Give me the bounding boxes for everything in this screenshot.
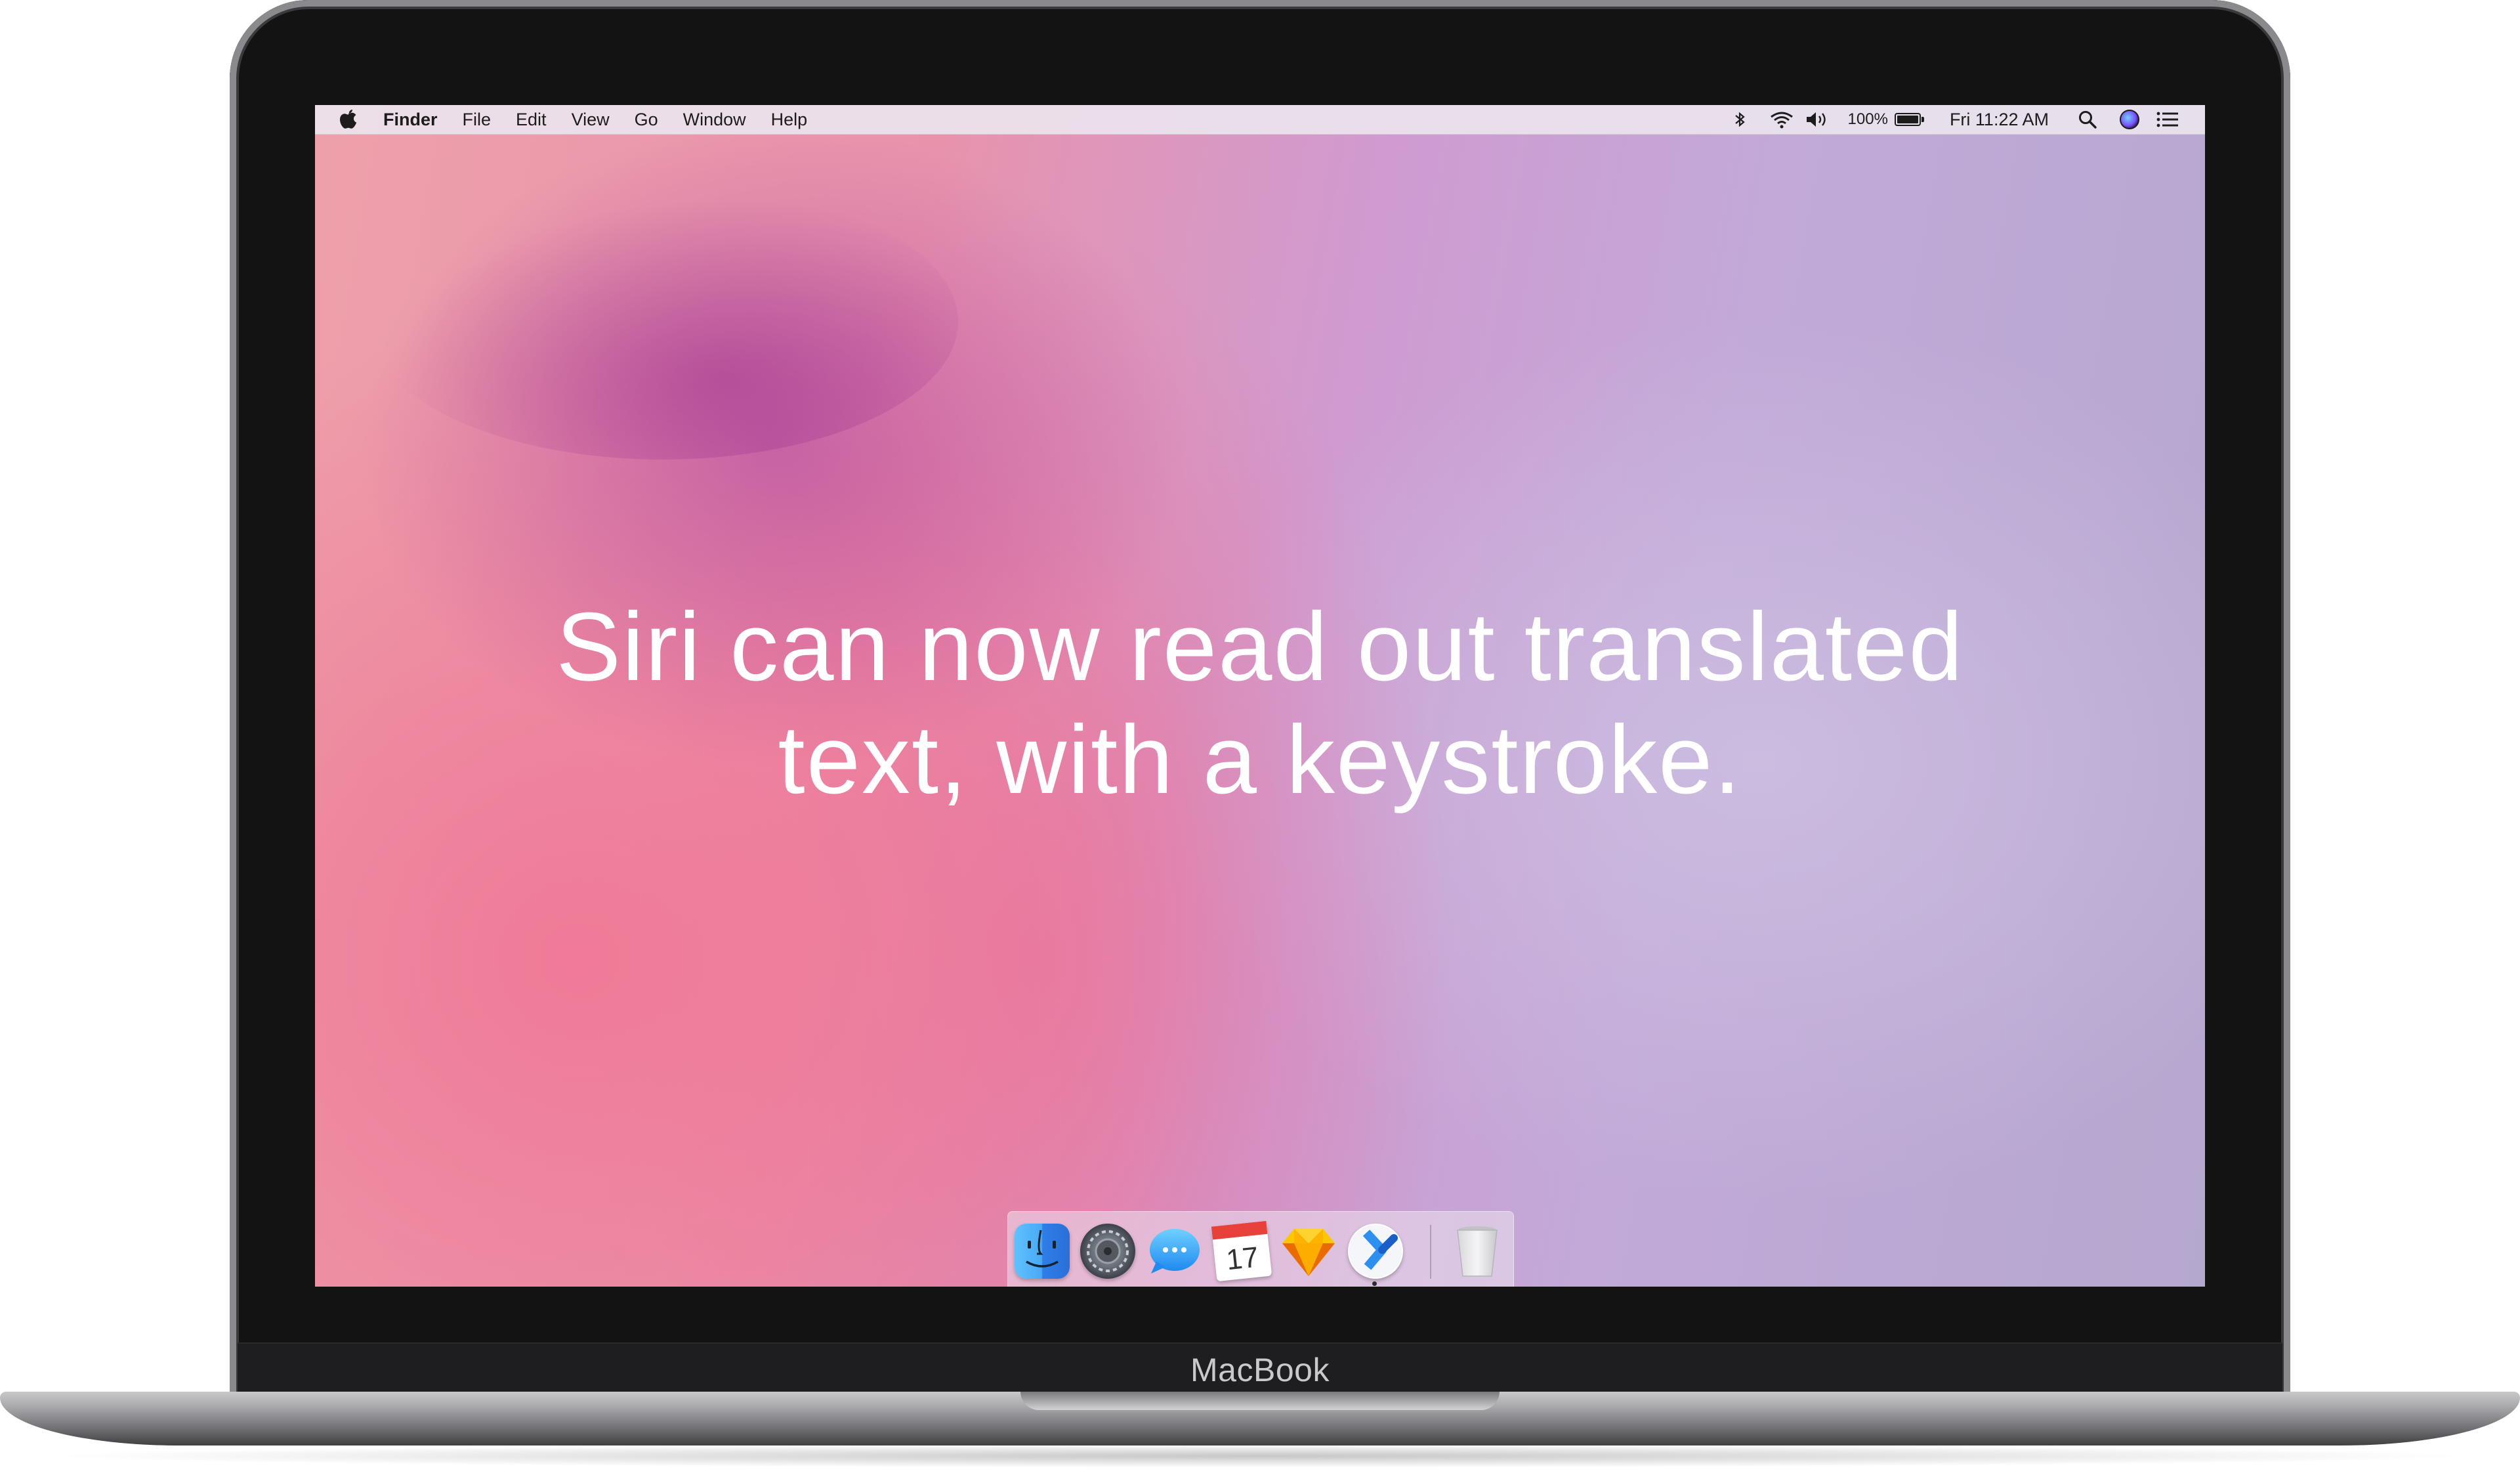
running-indicator [1372, 1281, 1377, 1286]
menu-clock[interactable]: Fri 11:22 AM [1950, 110, 2049, 130]
menu-bar-left: Finder File Edit View Go Window Help [315, 108, 832, 131]
bluetooth-icon[interactable] [1732, 110, 1747, 129]
macbook-shadow [39, 1444, 2481, 1468]
dock-separator [1430, 1225, 1431, 1279]
headline-line-2: text, with a keystroke. [778, 706, 1742, 814]
menu-file[interactable]: File [463, 110, 492, 130]
menu-edit[interactable]: Edit [516, 110, 547, 130]
trash-icon[interactable] [1450, 1224, 1505, 1279]
menu-go[interactable]: Go [635, 110, 658, 130]
calendar-date: 17 [1225, 1241, 1260, 1277]
macbook-hinge-notch [1020, 1392, 1500, 1410]
battery-icon [1894, 113, 1924, 126]
calendar-icon[interactable]: 17 [1211, 1220, 1272, 1282]
battery-status[interactable]: 100% [1847, 110, 1924, 129]
notification-center-icon[interactable] [2156, 111, 2179, 128]
spotlight-search-icon[interactable] [2078, 110, 2097, 129]
wifi-icon[interactable] [1769, 110, 1794, 129]
wallpaper-swirl [368, 184, 958, 460]
menu-bar: Finder File Edit View Go Window Help 100… [315, 105, 2205, 135]
apple-logo-icon[interactable] [339, 108, 358, 131]
headline-line-1: Siri can now read out translated [556, 593, 1964, 701]
headline-overlay: Siri can now read out translated text, w… [315, 591, 2205, 817]
menu-window[interactable]: Window [683, 110, 746, 130]
dock: 17 [1007, 1211, 1514, 1287]
system-preferences-icon[interactable] [1080, 1224, 1135, 1279]
translate-app-icon[interactable] [1348, 1224, 1403, 1279]
menu-view[interactable]: View [572, 110, 610, 130]
sketch-icon[interactable] [1281, 1224, 1336, 1279]
siri-icon[interactable] [2120, 110, 2139, 129]
volume-icon[interactable] [1805, 110, 1831, 129]
menu-finder[interactable]: Finder [383, 110, 438, 130]
battery-percent: 100% [1847, 110, 1888, 128]
messages-icon[interactable] [1147, 1224, 1202, 1279]
macbook-brand-label: MacBook [1190, 1352, 1330, 1388]
desktop-screen: Finder File Edit View Go Window Help 100… [315, 105, 2205, 1287]
menu-bar-right: 100% Fri 11:22 AM [1710, 110, 2205, 130]
menu-help[interactable]: Help [771, 110, 808, 130]
finder-icon[interactable] [1015, 1224, 1070, 1279]
